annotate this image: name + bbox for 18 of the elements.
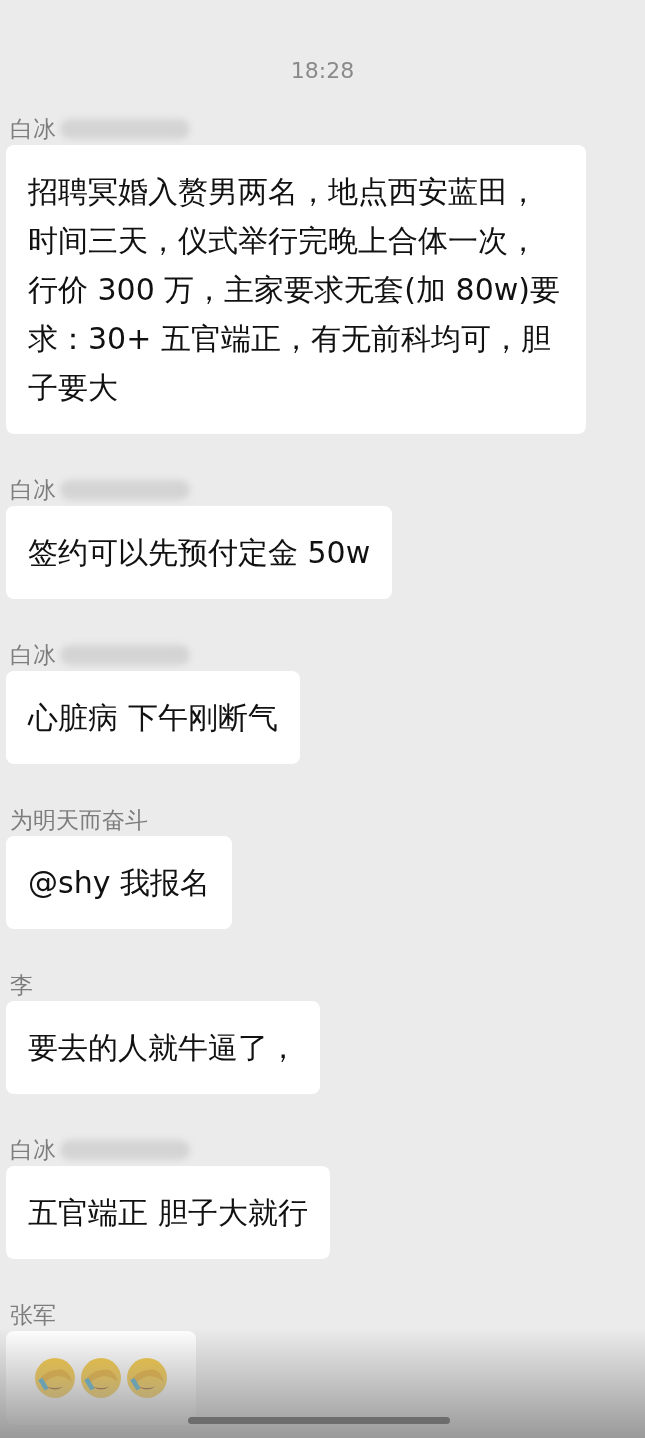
message-bubble: 签约可以先预付定金 50w bbox=[6, 506, 393, 599]
message-bubble: 招聘冥婚入赘男两名，地点西安蓝田，时间三天，仪式举行完晚上合体一次，行价 300 万，主家要求无套(加 80w)要求：30+ 五官端正，有无前科均可，胆子要大 bbox=[6, 145, 586, 434]
sender-name: 为明天而奋斗 bbox=[10, 805, 148, 835]
sender-name: 白冰 bbox=[10, 640, 56, 670]
sender-name: 白冰 bbox=[10, 1135, 56, 1165]
sender-name: 张军 bbox=[10, 1300, 56, 1330]
laughing-emoji-icon bbox=[80, 1357, 122, 1399]
message-bubble: 要去的人就牛逼了， bbox=[6, 1001, 320, 1094]
message-bubble: @shy 我报名 bbox=[6, 836, 232, 929]
sender-name: 李 bbox=[10, 970, 33, 1000]
sender-name: 白冰 bbox=[10, 475, 56, 505]
home-indicator[interactable] bbox=[188, 1417, 450, 1424]
laughing-emoji-icon bbox=[34, 1357, 76, 1399]
timestamp: 18:28 bbox=[289, 58, 356, 83]
laughing-emoji-icon bbox=[126, 1357, 168, 1399]
sender-name: 白冰 bbox=[10, 114, 56, 144]
message-bubble: 心脏病 下午刚断气 bbox=[6, 671, 300, 764]
message-bubble: 五官端正 胆子大就行 bbox=[6, 1166, 330, 1259]
